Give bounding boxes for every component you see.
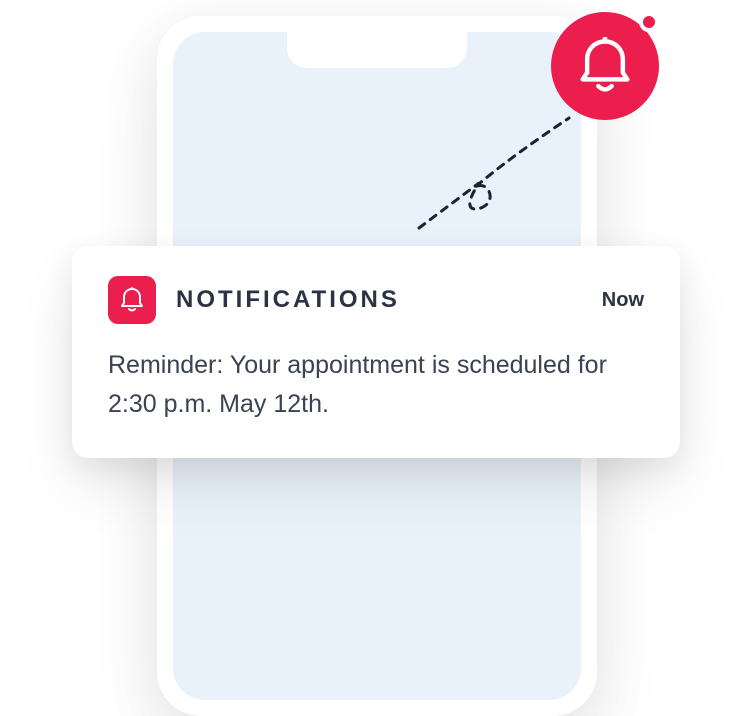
- dashed-arrow-decoration: [409, 98, 609, 238]
- notification-message: Reminder: Your appointment is scheduled …: [108, 346, 644, 424]
- bell-icon: [120, 287, 144, 313]
- notification-bell-badge[interactable]: [551, 12, 659, 120]
- notification-indicator-dot: [639, 12, 659, 32]
- notification-app-icon: [108, 276, 156, 324]
- notification-header: NOTIFICATIONS Now: [108, 276, 644, 324]
- notification-title: NOTIFICATIONS: [176, 286, 602, 314]
- bell-icon: [578, 37, 632, 95]
- notification-timestamp: Now: [602, 289, 644, 312]
- phone-notch: [287, 32, 467, 68]
- notification-card[interactable]: NOTIFICATIONS Now Reminder: Your appoint…: [72, 246, 680, 458]
